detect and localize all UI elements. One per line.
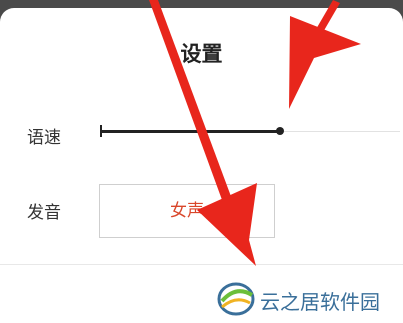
dialog-title: 设置: [180, 42, 223, 66]
slider-thumb[interactable]: [276, 127, 284, 135]
slider-track-filled: [100, 130, 280, 133]
watermark: 云之居软件园: [212, 276, 403, 321]
speech-rate-label: 语速: [27, 128, 61, 148]
speech-rate-slider[interactable]: [100, 125, 400, 137]
voice-label: 发音: [27, 203, 61, 223]
watermark-text: 云之居软件园: [260, 290, 380, 314]
voice-select[interactable]: 女声: [99, 184, 275, 238]
watermark-logo-icon: [217, 282, 255, 316]
slider-track-remaining: [284, 131, 400, 132]
divider: [0, 264, 403, 265]
